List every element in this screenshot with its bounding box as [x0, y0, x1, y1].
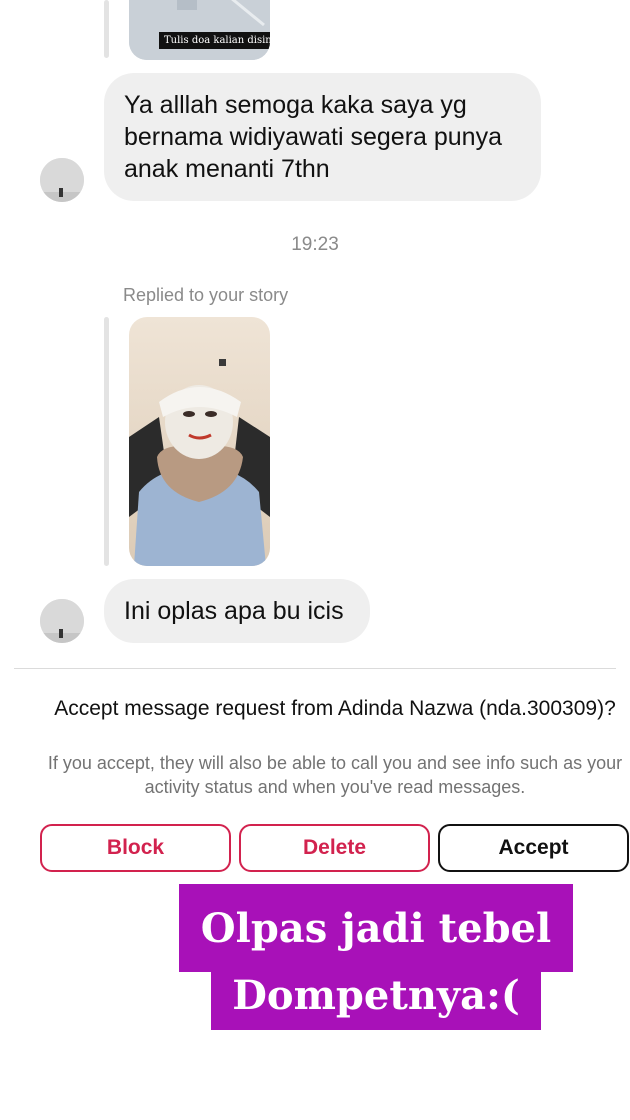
sender-avatar[interactable]	[40, 158, 84, 202]
message-bubble-1[interactable]: Ya alllah semoga kaka saya yg bernama wi…	[104, 73, 541, 201]
message-timestamp: 19:23	[291, 234, 339, 255]
overlay-text-line-1: Olpas jadi tebel	[179, 884, 573, 972]
reply-indicator-bar	[104, 0, 109, 58]
overlay-text-line-2: Dompetnya:(	[211, 961, 541, 1030]
accept-button[interactable]: Accept	[438, 824, 629, 872]
message-request-title: Accept message request from Adinda Nazwa…	[54, 697, 616, 720]
story-thumbnail-2-image	[129, 317, 270, 566]
story-thumbnail-1-image	[129, 0, 270, 60]
story-caption: Tulis doa kalian disini...	[159, 32, 270, 49]
avatar-image	[40, 599, 84, 643]
story-thumbnail-1[interactable]: Tulis doa kalian disini...	[129, 0, 270, 60]
message-bubble-2[interactable]: Ini oplas apa bu icis	[104, 579, 370, 643]
message-request-info: If you accept, they will also be able to…	[47, 753, 623, 797]
message-text-1: Ya alllah semoga kaka saya yg bernama wi…	[124, 91, 502, 183]
story-thumbnail-2[interactable]	[129, 317, 270, 566]
sender-avatar[interactable]	[40, 599, 84, 643]
message-text-2: Ini oplas apa bu icis	[124, 597, 344, 625]
replied-to-story-label: Replied to your story	[123, 285, 289, 305]
reply-indicator-bar	[104, 317, 109, 566]
avatar-image	[40, 158, 84, 202]
block-button[interactable]: Block	[40, 824, 231, 872]
divider	[14, 668, 616, 669]
delete-button[interactable]: Delete	[239, 824, 430, 872]
